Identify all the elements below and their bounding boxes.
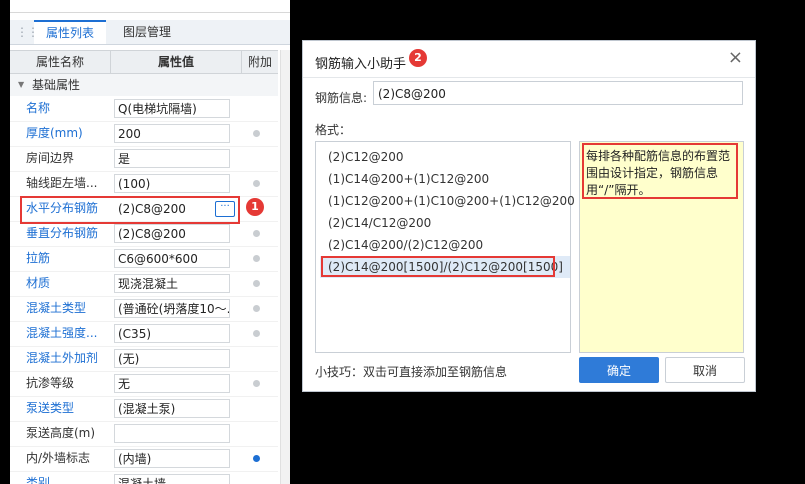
property-table-header: 属性名称 属性值 附加 [10,50,278,74]
extra-checkbox-dot[interactable] [253,180,260,187]
property-row[interactable]: 混凝土外加剂 (无) [10,346,278,372]
property-value-field[interactable]: (混凝土泵) [114,399,230,418]
format-label: 格式： [315,123,352,137]
property-row[interactable]: 材质 现浇混凝土 [10,271,278,297]
property-row[interactable]: 泵送高度(m) [10,421,278,447]
format-item[interactable]: (2)C12@200 [328,146,404,168]
property-row[interactable]: 厚度(mm) 200 [10,121,278,147]
property-row[interactable]: 泵送类型 (混凝土泵) [10,396,278,422]
highlight-selected-format [321,256,555,277]
property-name: 混凝土强度... [26,326,98,340]
column-header-value: 属性值 [111,51,242,73]
property-name: 垂直分布钢筋 [26,226,99,240]
property-name: 材质 [26,276,51,290]
tab-property-list[interactable]: 属性列表 [34,20,106,44]
property-value-field[interactable]: 混凝土墙 [114,474,230,484]
property-value-field[interactable]: (无) [114,349,230,368]
column-header-extra: 附加 [247,55,272,69]
dialog-title: 钢筋输入小助手 [315,57,407,72]
extra-checkbox-dot[interactable] [253,380,260,387]
panel-tabs: ⋮⋮ 属性列表 图层管理 [10,20,290,45]
extra-checkbox-dot[interactable] [253,305,260,312]
extra-checkbox-dot[interactable] [253,255,260,262]
property-name: 厚度(mm) [26,126,83,140]
group-label: 基础属性 [32,78,81,92]
property-row[interactable]: 垂直分布钢筋 (2)C8@200 [10,221,278,247]
property-name: 泵送高度(m) [26,426,96,440]
property-name: 内/外墙标志 [26,451,91,465]
property-row[interactable]: 拉筋 C6@600*600 [10,246,278,272]
property-row[interactable]: 房间边界 是 [10,146,278,172]
property-row[interactable]: 名称 Q(电梯坑隔墙) [10,96,278,122]
format-item[interactable]: (1)C14@200+(1)C12@200 [328,168,489,190]
callout-badge-1: 1 [246,198,264,216]
cancel-button[interactable]: 取消 [665,357,745,383]
format-item[interactable]: (2)C14/C12@200 [328,212,431,234]
property-value-field[interactable]: (内墙) [114,449,230,468]
property-name: 类别 [26,476,51,484]
property-name: 泵送类型 [26,401,75,415]
close-icon[interactable]: × [728,49,743,67]
property-name: 混凝土外加剂 [26,351,99,365]
format-item[interactable]: (2)C14@200/(2)C12@200 [328,234,483,256]
collapse-triangle-icon[interactable]: ▼ [18,74,24,96]
property-name: 拉筋 [26,251,51,265]
property-value-field[interactable]: C6@600*600 [114,249,230,268]
property-value-field[interactable]: (普通砼(坍落度10～... [114,299,230,318]
extra-checkbox-dot[interactable] [253,280,260,287]
property-value-field[interactable]: 现浇混凝土 [114,274,230,293]
property-name: 房间边界 [26,151,75,165]
rebar-info-input[interactable]: (2)C8@200 [373,81,743,105]
property-value-field[interactable]: 无 [114,374,230,393]
property-name: 抗渗等级 [26,376,75,390]
property-value-field[interactable]: (C35) [114,324,230,343]
property-name: 轴线距左墙... [26,176,98,190]
property-panel: ⋮⋮ 属性列表 图层管理 属性名称 属性值 附加 ▼ 基础属性 名称 Q(电梯坑隔… [10,0,290,484]
highlight-horizontal-rebar-row [20,196,240,224]
extra-checkbox-dot[interactable] [253,330,260,337]
property-value-field[interactable]: (2)C8@200 [114,224,230,243]
property-value-field[interactable]: Q(电梯坑隔墙) [114,99,230,118]
format-item[interactable]: (1)C12@200+(1)C10@200+(1)C12@200 [328,190,575,212]
property-row[interactable]: 内/外墙标志 (内墙) [10,446,278,472]
column-header-name: 属性名称 [10,51,111,73]
format-list: (2)C12@200 (1)C14@200+(1)C12@200 (1)C12@… [315,141,575,353]
property-value-field[interactable]: 200 [114,124,230,143]
property-row[interactable]: 混凝土类型 (普通砼(坍落度10～... [10,296,278,322]
property-value-field[interactable]: 是 [114,149,230,168]
ok-button[interactable]: 确定 [579,357,659,383]
panel-scrollbar[interactable] [280,50,290,484]
title-divider [303,77,755,78]
property-row[interactable]: 抗渗等级 无 [10,371,278,397]
property-row[interactable]: 轴线距左墙... (100) [10,171,278,197]
top-strip [10,0,290,13]
extra-checkbox-dot[interactable] [253,455,260,462]
property-name: 混凝土类型 [26,301,87,315]
highlight-description [582,143,738,199]
extra-checkbox-dot[interactable] [253,230,260,237]
group-basic-properties[interactable]: ▼ 基础属性 [10,74,278,96]
property-value-field[interactable] [114,424,230,443]
tab-layer-management[interactable]: 图层管理 [112,20,182,44]
callout-badge-2: 2 [409,49,427,67]
tip-text: 小技巧：双击可直接添加至钢筋信息 [315,365,508,379]
extra-checkbox-dot[interactable] [253,130,260,137]
rebar-info-label: 钢筋信息: [315,91,368,105]
property-row[interactable]: 混凝土强度... (C35) [10,321,278,347]
property-name: 名称 [26,101,51,115]
property-row[interactable]: 类别 混凝土墙 [10,471,278,484]
rebar-input-assistant-dialog: 钢筋输入小助手 2 × 钢筋信息: (2)C8@200 格式： (2)C12@2… [302,40,756,392]
property-value-field[interactable]: (100) [114,174,230,193]
